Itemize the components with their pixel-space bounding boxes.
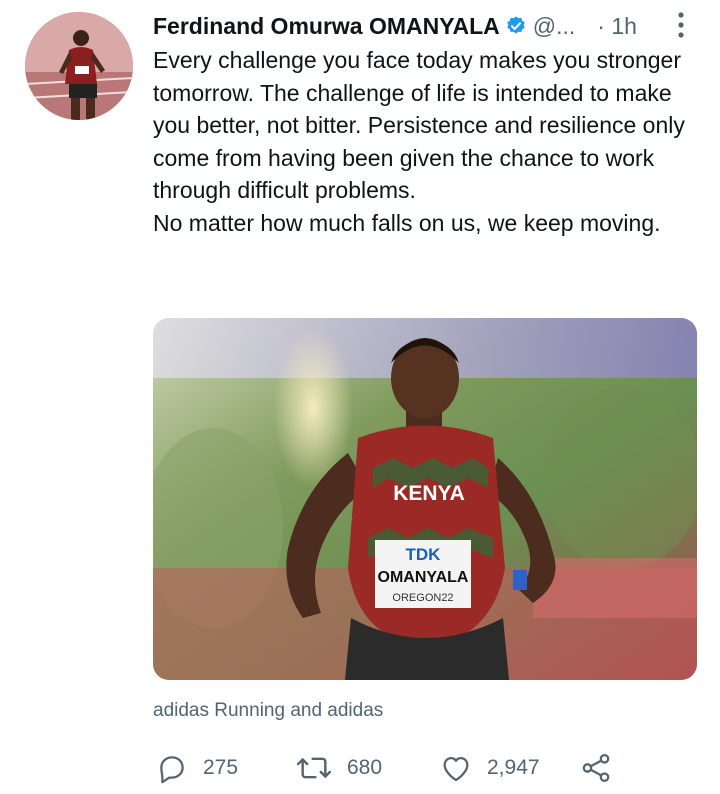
retweet-icon: [295, 751, 347, 785]
bib-brand: TDK: [406, 545, 442, 564]
tweet-actions: 275 680 2,947: [155, 748, 625, 788]
reply-button[interactable]: 275: [155, 748, 238, 788]
reply-count: 275: [203, 756, 239, 779]
share-icon: [579, 751, 627, 785]
retweet-button[interactable]: 680: [295, 748, 382, 788]
tweet-timestamp[interactable]: · 1h: [597, 13, 637, 40]
tweet-header: Ferdinand Omurwa OMANYALA @... · 1h: [153, 8, 693, 44]
heart-icon: [439, 751, 487, 785]
jersey-text: KENYA: [393, 482, 465, 505]
tweet-text: Every challenge you face today makes you…: [153, 47, 685, 236]
media-credit[interactable]: adidas Running and adidas: [153, 700, 383, 722]
like-count: 2,947: [487, 756, 540, 779]
tweet-media-image[interactable]: KENYA TDK OMANYALA OREGON22: [153, 318, 697, 680]
author-handle[interactable]: @...: [533, 13, 576, 40]
like-button[interactable]: 2,947: [439, 748, 540, 788]
bib-name: OMANYALA: [378, 569, 469, 586]
retweet-count: 680: [347, 756, 383, 779]
author-display-name[interactable]: Ferdinand Omurwa OMANYALA: [153, 13, 500, 40]
verified-badge-icon: [505, 15, 527, 37]
share-button[interactable]: [579, 748, 627, 788]
reply-icon: [155, 751, 203, 785]
tweet[interactable]: Ferdinand Omurwa OMANYALA @... · 1h Ever…: [0, 0, 720, 794]
more-vertical-icon[interactable]: [672, 10, 690, 40]
avatar[interactable]: [25, 12, 133, 120]
bib-event: OREGON22: [392, 592, 453, 604]
